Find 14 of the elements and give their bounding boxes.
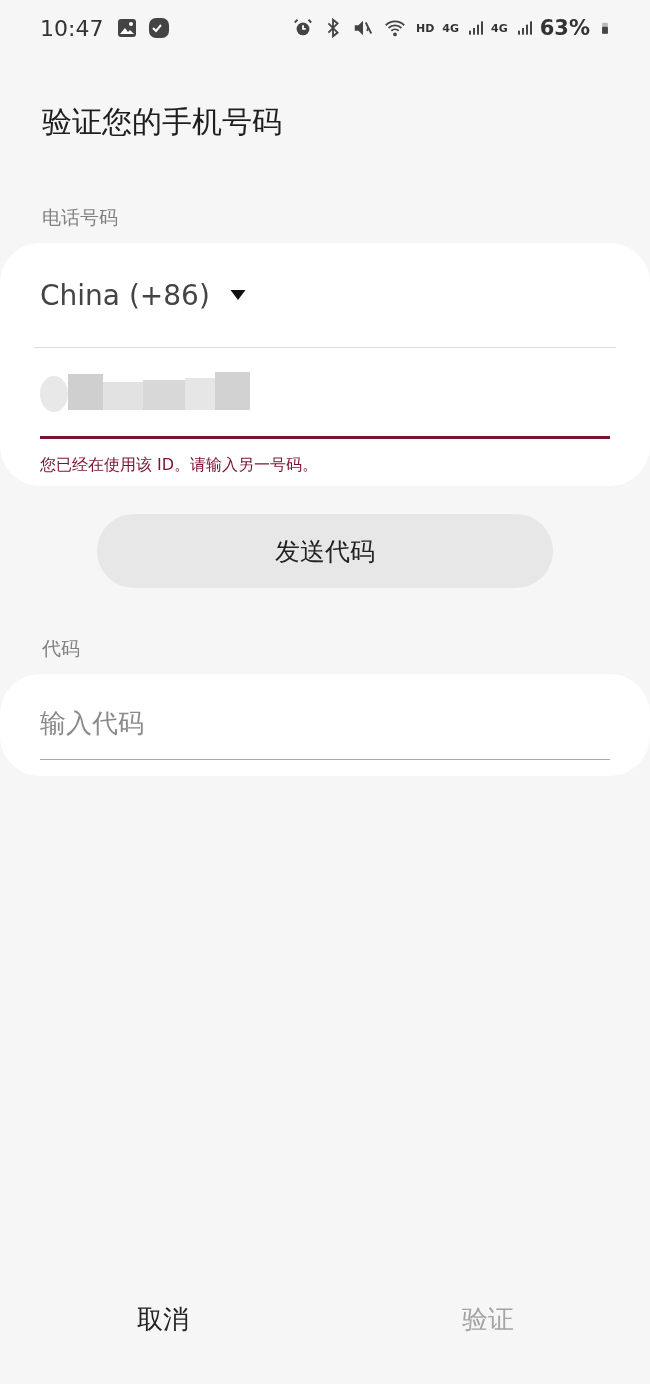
signal-label: 4G xyxy=(442,21,460,35)
network-type: HD xyxy=(416,21,435,35)
field-label: 代码 xyxy=(42,636,81,661)
send-code-button[interactable]: 发送代码 xyxy=(97,514,553,588)
cancel-button[interactable]: 取消 xyxy=(0,1294,325,1345)
country-dropdown[interactable]: China (+86) xyxy=(40,243,248,347)
check-badge-icon xyxy=(147,16,172,40)
field-label: 电话号码 xyxy=(42,205,119,230)
clock-time: 10:47 xyxy=(40,15,104,41)
battery-percent: 63% xyxy=(539,16,590,40)
signal-label: 4G xyxy=(491,21,508,35)
page-title: 验证您的手机号码 xyxy=(42,103,283,141)
code-field[interactable]: 输入代码 xyxy=(0,674,650,776)
error-message: 您已经在使用该 ID。请输入另一号码。 xyxy=(40,454,320,476)
